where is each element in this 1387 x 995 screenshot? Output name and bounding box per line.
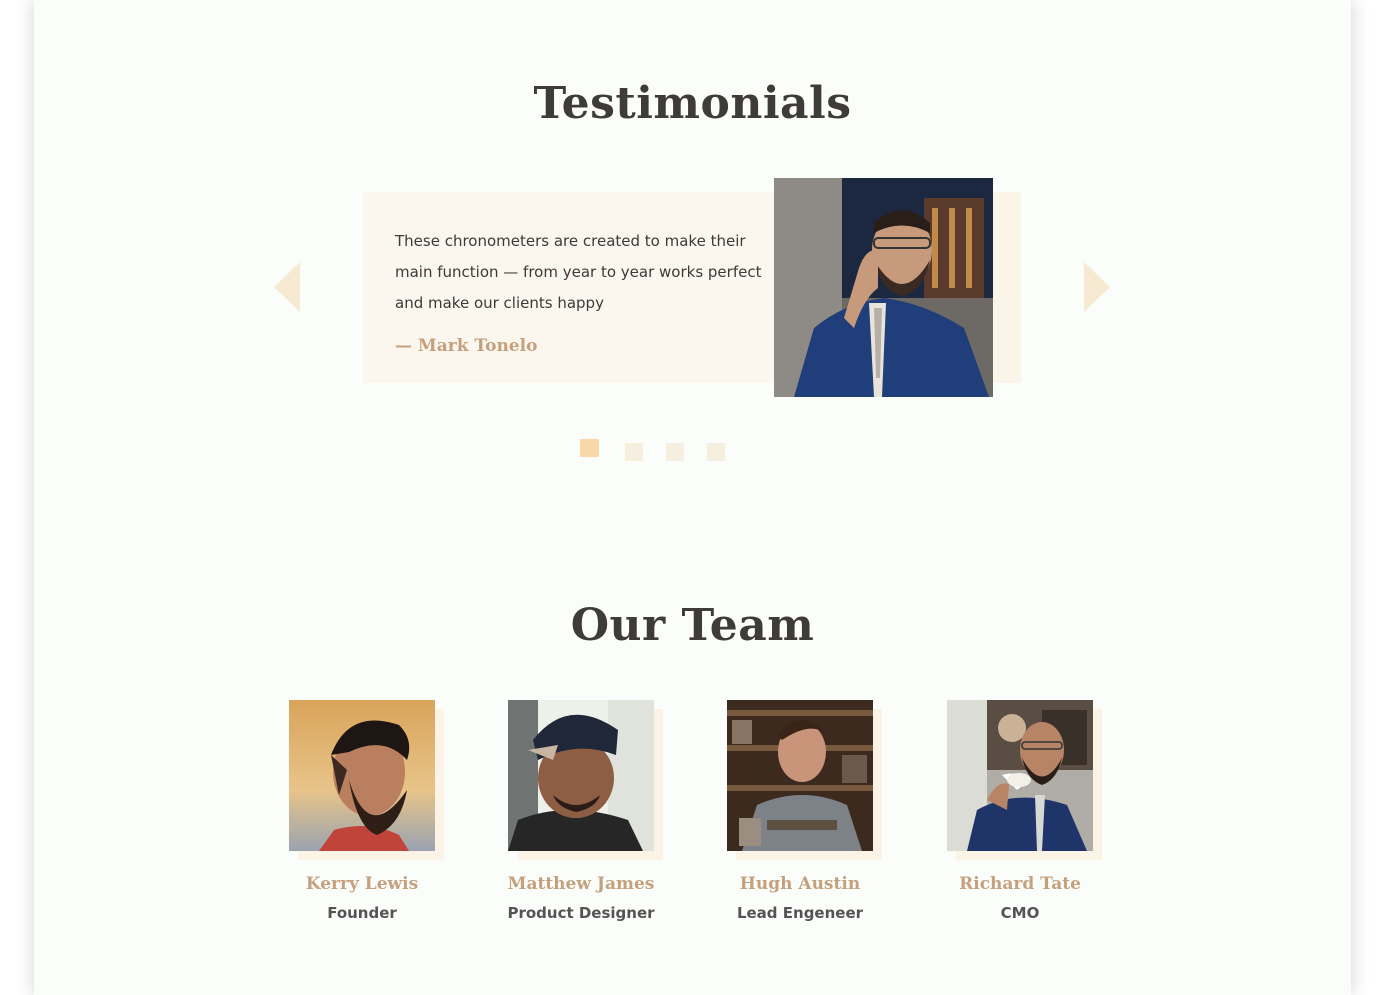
slider-dot-4[interactable] — [707, 443, 725, 461]
member-name: Matthew James — [507, 874, 655, 894]
testimonial-card: These chronometers are created to make t… — [363, 192, 793, 383]
testimonial-quote: These chronometers are created to make t… — [395, 232, 762, 312]
prev-arrow-icon[interactable] — [274, 262, 300, 312]
member-role: Founder — [327, 904, 397, 922]
team-member-card: Matthew James Product Designer — [507, 700, 668, 930]
member-name: Kerry Lewis — [305, 874, 419, 894]
team-member-card: Kerry Lewis Founder — [289, 700, 449, 930]
member-role: CMO — [1000, 904, 1040, 922]
slider-dot-2[interactable] — [625, 443, 643, 461]
slider-dot-1[interactable] — [580, 439, 599, 457]
team-title: Our Team — [570, 600, 815, 651]
slider-dot-3[interactable] — [666, 443, 684, 461]
team-member-card: Hugh Austin Lead Engeneer — [727, 700, 887, 930]
testimonials-title: Testimonials — [533, 78, 852, 129]
member-photo — [947, 700, 1093, 851]
team-member-card: Richard Tate CMO — [947, 700, 1107, 930]
next-arrow-icon[interactable] — [1084, 262, 1110, 312]
page: Testimonials These chronometers are crea… — [34, 0, 1351, 995]
member-photo — [727, 700, 873, 851]
member-name: Richard Tate — [959, 874, 1081, 894]
member-role: Product Designer — [507, 904, 655, 922]
member-name: Hugh Austin — [739, 874, 861, 894]
member-photo — [289, 700, 435, 851]
member-photo — [508, 700, 654, 851]
testimonial-photo — [774, 178, 993, 397]
member-role: Lead Engeneer — [736, 904, 864, 922]
testimonial-author: — Mark Tonelo — [395, 336, 538, 356]
